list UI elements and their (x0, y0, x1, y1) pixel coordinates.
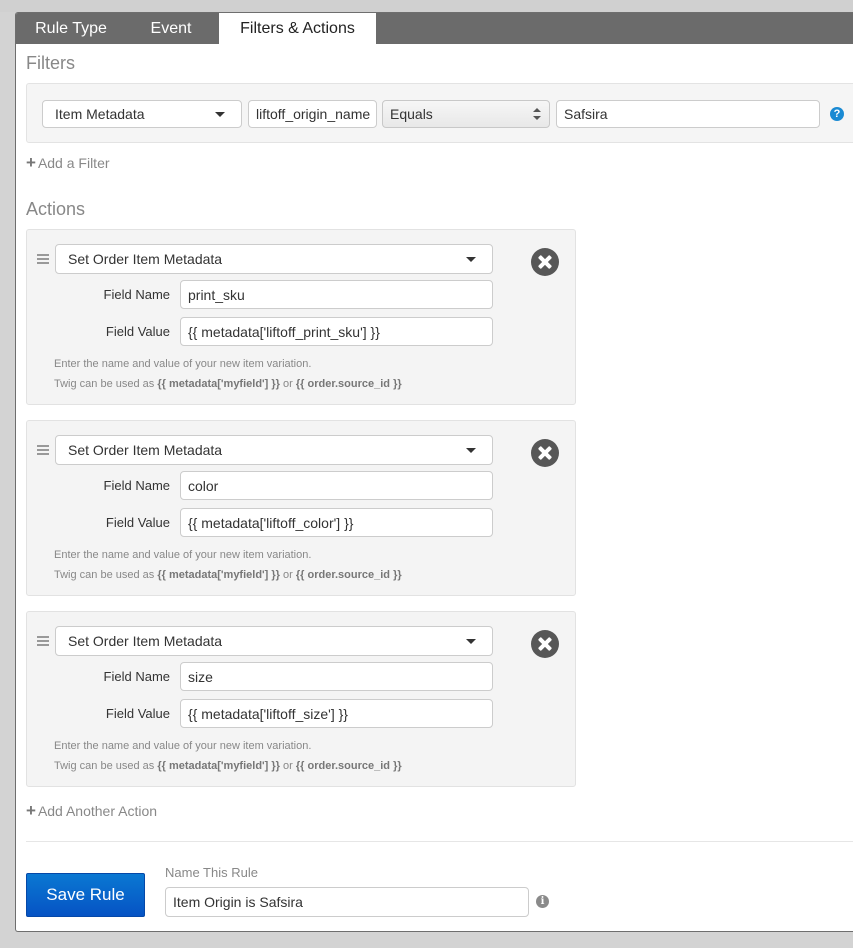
action-card: Set Order Item Metadata Field Name color… (26, 420, 576, 596)
filter-operator-value: Equals (390, 106, 433, 122)
chevron-down-icon (215, 112, 225, 117)
tab-rule-type[interactable]: Rule Type (20, 13, 122, 44)
add-filter-link[interactable]: + Add a Filter (26, 153, 110, 173)
chevron-down-icon (466, 257, 476, 262)
drag-handle-icon[interactable] (37, 254, 49, 264)
twig-hint: Twig can be used as {{ metadata['myfield… (54, 760, 402, 772)
chevron-down-icon (466, 639, 476, 644)
footer-divider (26, 841, 853, 842)
remove-action-icon[interactable] (531, 439, 559, 467)
add-action-label: Add Another Action (37, 803, 158, 819)
field-name-input[interactable]: print_sku (180, 280, 493, 309)
rule-editor-panel: Rule Type Event Filters & Actions Filter… (15, 12, 853, 932)
actions-heading: Actions (26, 199, 86, 219)
remove-action-icon[interactable] (531, 630, 559, 658)
field-value-input[interactable]: {{ metadata['liftoff_color'] }} (180, 508, 493, 537)
save-rule-button[interactable]: Save Rule (26, 873, 145, 917)
action-card: Set Order Item Metadata Field Name print… (26, 229, 576, 405)
select-arrows-icon (533, 108, 541, 120)
action-type-value: Set Order Item Metadata (68, 442, 223, 458)
rule-name-value: Item Origin is Safsira (173, 894, 303, 910)
field-name-label: Field Name (103, 669, 170, 684)
filter-operator-select[interactable]: Equals (382, 100, 550, 128)
field-value-input[interactable]: {{ metadata['liftoff_size'] }} (180, 699, 493, 728)
filter-key-input[interactable]: liftoff_origin_name (248, 100, 377, 128)
filter-value-input[interactable]: Safsira (556, 100, 820, 128)
filter-key-value: liftoff_origin_name (256, 106, 371, 122)
field-name-input[interactable]: color (180, 471, 493, 500)
field-name-label: Field Name (103, 287, 170, 302)
filter-value-text: Safsira (564, 106, 608, 122)
hint-text: Enter the name and value of your new ite… (54, 740, 312, 752)
drag-handle-icon[interactable] (37, 445, 49, 455)
filter-type-select[interactable]: Item Metadata (42, 100, 242, 128)
field-name-value: color (188, 477, 219, 494)
field-value-label: Field Value (105, 706, 170, 721)
field-value-text: {{ metadata['liftoff_size'] }} (188, 705, 348, 722)
filters-heading: Filters (26, 53, 75, 73)
tab-filters-actions[interactable]: Filters & Actions (219, 13, 376, 44)
field-name-value: size (188, 668, 213, 685)
field-name-value: print_sku (188, 286, 245, 303)
rule-name-label: Name This Rule (165, 865, 258, 880)
add-action-link[interactable]: + Add Another Action (26, 801, 157, 821)
rule-name-input[interactable]: Item Origin is Safsira (165, 887, 529, 917)
field-value-text: {{ metadata['liftoff_print_sku'] }} (188, 323, 380, 340)
filter-row: Item Metadata liftoff_origin_name Equals… (26, 83, 853, 143)
tab-event[interactable]: Event (122, 13, 220, 44)
filter-type-value: Item Metadata (55, 106, 145, 122)
action-type-value: Set Order Item Metadata (68, 251, 223, 267)
plus-icon: + (26, 153, 36, 172)
plus-icon: + (26, 801, 36, 820)
twig-hint: Twig can be used as {{ metadata['myfield… (54, 569, 402, 581)
action-card: Set Order Item Metadata Field Name size … (26, 611, 576, 787)
field-value-label: Field Value (105, 324, 170, 339)
field-value-input[interactable]: {{ metadata['liftoff_print_sku'] }} (180, 317, 493, 346)
tab-bar: Rule Type Event Filters & Actions (16, 13, 853, 44)
help-icon[interactable]: ? (830, 107, 844, 121)
field-value-text: {{ metadata['liftoff_color'] }} (188, 514, 354, 531)
field-name-label: Field Name (103, 478, 170, 493)
hint-text: Enter the name and value of your new ite… (54, 358, 312, 370)
drag-handle-icon[interactable] (37, 636, 49, 646)
hint-text: Enter the name and value of your new ite… (54, 549, 312, 561)
action-type-value: Set Order Item Metadata (68, 633, 223, 649)
action-type-select[interactable]: Set Order Item Metadata (55, 626, 493, 656)
action-type-select[interactable]: Set Order Item Metadata (55, 244, 493, 274)
action-type-select[interactable]: Set Order Item Metadata (55, 435, 493, 465)
chevron-down-icon (466, 448, 476, 453)
add-filter-label: Add a Filter (37, 155, 110, 171)
remove-action-icon[interactable] (531, 248, 559, 276)
field-value-label: Field Value (105, 515, 170, 530)
field-name-input[interactable]: size (180, 662, 493, 691)
twig-hint: Twig can be used as {{ metadata['myfield… (54, 378, 402, 390)
info-icon[interactable]: i (536, 895, 549, 908)
window-top-strip (0, 0, 853, 12)
